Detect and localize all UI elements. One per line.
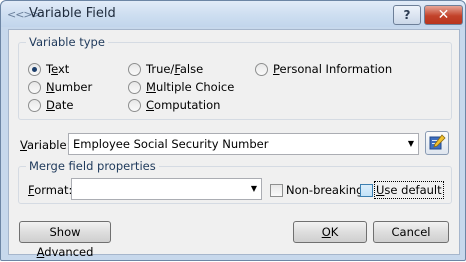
radio-dot — [32, 67, 37, 72]
radio-date-label: Date — [46, 98, 74, 112]
radio-circle — [28, 99, 41, 112]
radio-circle — [128, 63, 141, 76]
window-title: Variable Field — [29, 6, 116, 21]
variable-type-label: Variable type — [26, 35, 108, 49]
radio-circle — [255, 63, 268, 76]
variable-combo[interactable]: Employee Social Security Number ▼ — [68, 133, 419, 155]
variable-combo-value: Employee Social Security Number — [73, 137, 269, 151]
radio-text-label: Text — [46, 62, 70, 76]
ok-button[interactable]: OK — [293, 221, 367, 243]
merge-field-properties-label: Merge field properties — [26, 159, 159, 173]
checkbox-box — [360, 184, 373, 197]
chevron-down-icon[interactable]: ▼ — [408, 137, 414, 151]
edit-pencil-icon — [429, 134, 446, 150]
variable-type-group: Variable type Text Number Date True/Fals… — [18, 35, 452, 120]
use-default-label: Use default — [374, 181, 444, 199]
close-button[interactable]: ✕ — [424, 5, 463, 25]
radio-circle — [128, 81, 141, 94]
radio-circle — [28, 63, 41, 76]
help-button[interactable]: ? — [393, 5, 421, 25]
radio-computation-label: Computation — [146, 98, 221, 112]
dialog-body: Variable type Text Number Date True/Fals… — [8, 29, 460, 259]
radio-circle — [128, 99, 141, 112]
radio-personal-information-label: Personal Information — [273, 62, 393, 76]
show-advanced-button[interactable]: Show Advanced — [19, 221, 111, 259]
cancel-button[interactable]: Cancel — [373, 221, 449, 243]
radio-circle — [28, 81, 41, 94]
format-combo[interactable]: ▼ — [71, 178, 262, 200]
title-bar[interactable]: <<>> Variable Field ? ✕ — [1, 1, 465, 27]
dialog-window: <<>> Variable Field ? ✕ Variable type Te… — [0, 0, 466, 261]
chevron-down-icon[interactable]: ▼ — [251, 182, 257, 196]
format-label: Format: — [28, 183, 73, 197]
radio-number-label: Number — [46, 80, 93, 94]
checkbox-box — [270, 184, 283, 197]
radio-multiple-choice-label: Multiple Choice — [146, 80, 235, 94]
edit-variable-button[interactable] — [425, 131, 449, 155]
variable-label: Variable: — [20, 138, 71, 152]
radio-true-false-label: True/False — [146, 62, 204, 76]
non-breaking-label: Non-breaking — [286, 183, 364, 197]
